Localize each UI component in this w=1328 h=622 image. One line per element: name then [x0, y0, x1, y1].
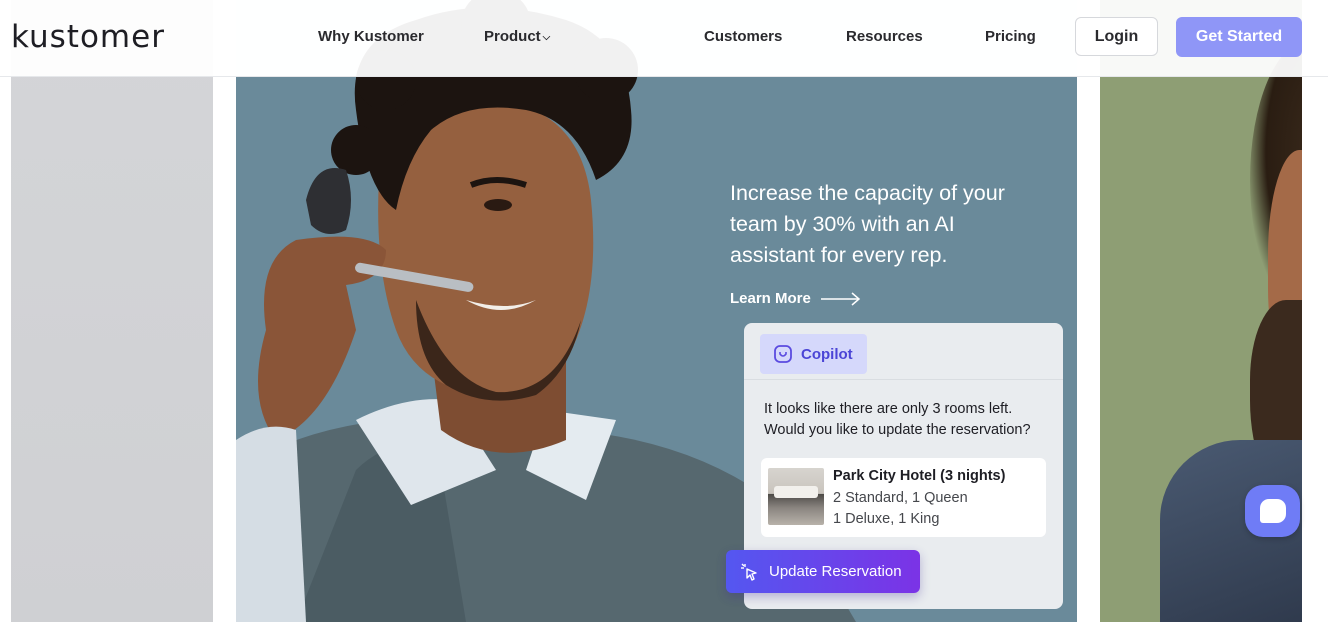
- chevron-down-icon: ⌵: [542, 32, 551, 43]
- get-started-button[interactable]: Get Started: [1176, 17, 1302, 57]
- hotel-room-line-2: 1 Deluxe, 1 King: [833, 511, 940, 527]
- copilot-chip: Copilot: [760, 334, 867, 374]
- hotel-room-image: [768, 468, 824, 525]
- nav-customers[interactable]: Customers: [704, 28, 782, 45]
- copilot-label: Copilot: [801, 345, 853, 363]
- logo-text: kustomer: [11, 19, 165, 55]
- learn-more-label: Learn More: [730, 290, 811, 307]
- hero-headline: Increase the capacity of your team by 30…: [730, 181, 1005, 267]
- chat-bubble-icon: [1259, 499, 1286, 523]
- nav-product-label: Product: [484, 28, 541, 45]
- chat-launcher-button[interactable]: [1245, 485, 1300, 537]
- copilot-card-header: Copilot: [744, 323, 1063, 380]
- copilot-icon: [774, 345, 792, 363]
- nav-pricing[interactable]: Pricing: [985, 28, 1036, 45]
- site-header: kustomer Why Kustomer Product ⌵ Customers…: [0, 0, 1328, 77]
- hotel-reservation-card: Park City Hotel (3 nights) 2 Standard, 1…: [761, 458, 1046, 537]
- copilot-message: It looks like there are only 3 rooms lef…: [764, 401, 1031, 438]
- update-reservation-label: Update Reservation: [769, 563, 902, 580]
- hotel-title: Park City Hotel (3 nights): [833, 468, 1006, 484]
- learn-more-link[interactable]: Learn More: [730, 290, 861, 307]
- cursor-click-icon: [741, 563, 757, 581]
- update-reservation-button[interactable]: Update Reservation: [726, 550, 920, 593]
- nav-why-kustomer[interactable]: Why Kustomer: [318, 28, 424, 45]
- nav-product[interactable]: Product ⌵: [484, 28, 550, 45]
- nav-resources[interactable]: Resources: [846, 28, 923, 45]
- login-button[interactable]: Login: [1075, 17, 1158, 56]
- carousel-slide-previous: [11, 0, 213, 622]
- hotel-room-line-1: 2 Standard, 1 Queen: [833, 490, 968, 506]
- kustomer-logo[interactable]: kustomer: [11, 17, 165, 57]
- arrow-right-icon: [820, 291, 861, 306]
